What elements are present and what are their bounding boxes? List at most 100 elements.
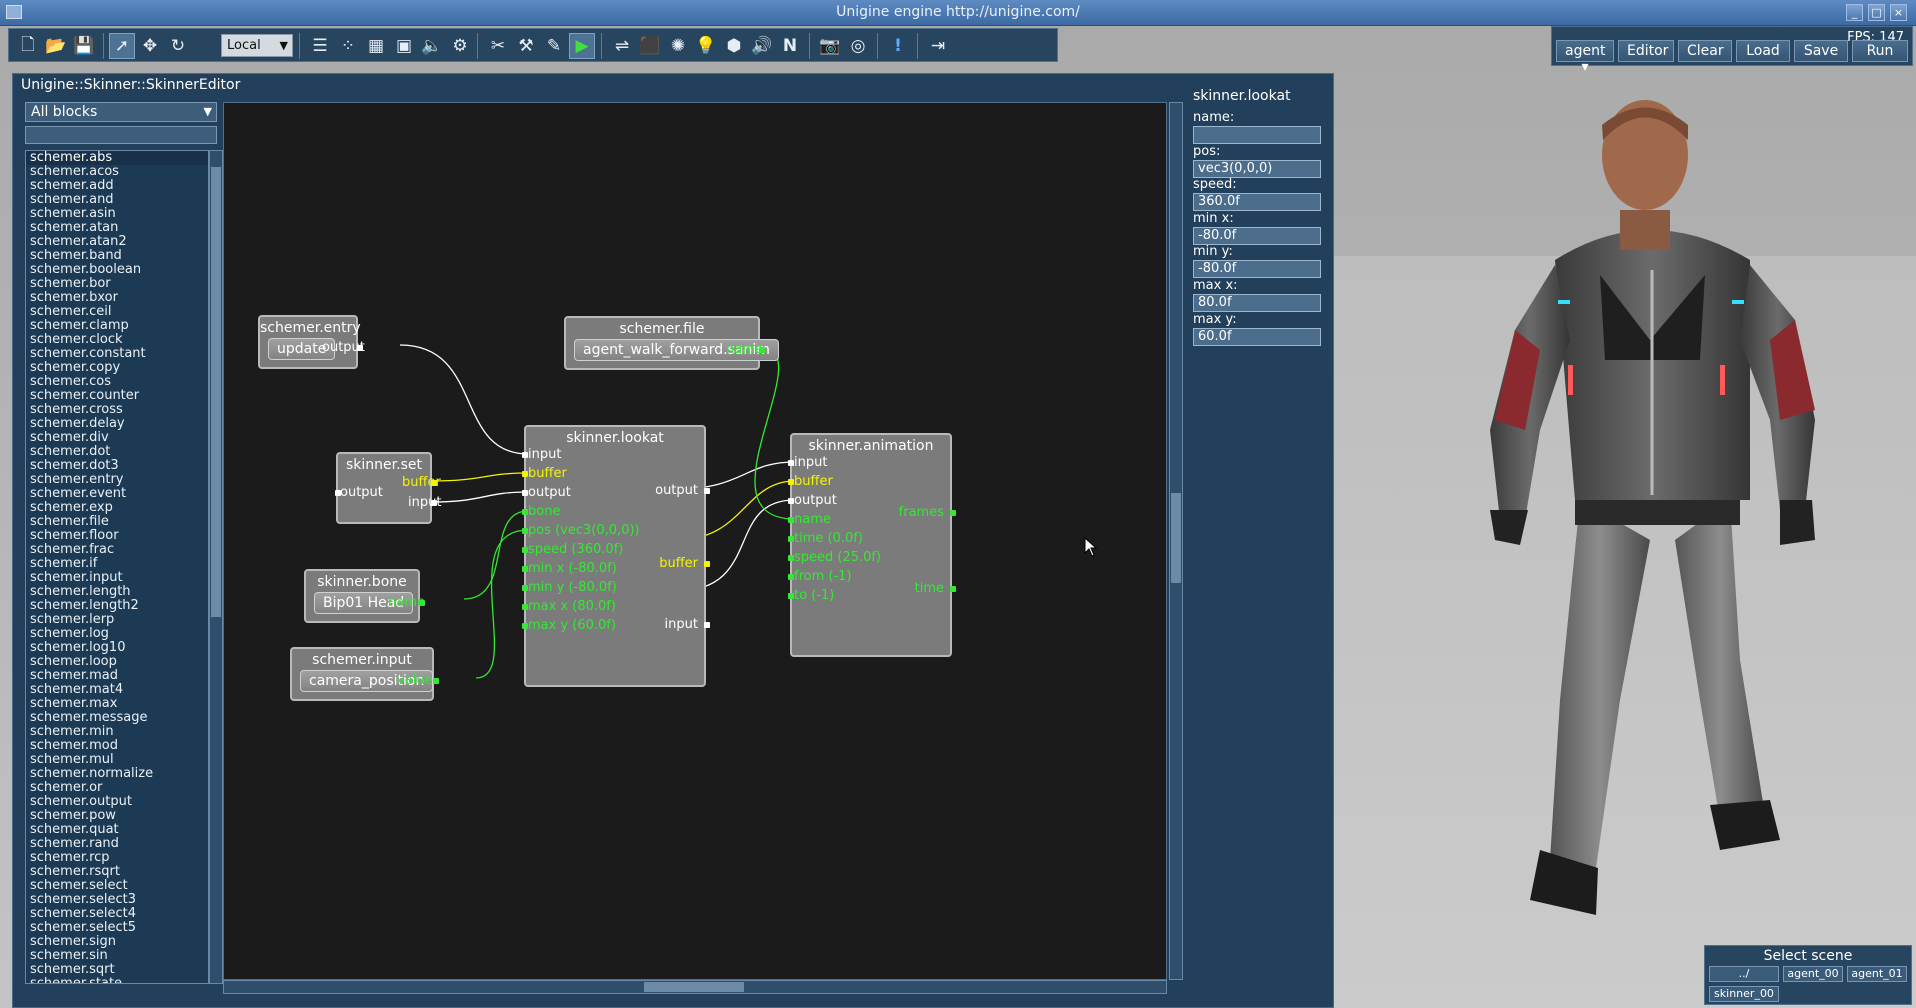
block-list-item[interactable]: schemer.acos: [26, 165, 208, 179]
camera-icon[interactable]: 📷: [817, 33, 843, 59]
block-list-item[interactable]: schemer.cross: [26, 403, 208, 417]
block-list-item[interactable]: schemer.add: [26, 179, 208, 193]
tools-icon[interactable]: ✂: [485, 33, 511, 59]
port-name[interactable]: name: [726, 342, 763, 358]
pin-buffer[interactable]: [431, 480, 437, 486]
block-list[interactable]: schemer.abs schemer.acos schemer.add scheme…: [25, 150, 209, 984]
block-list-scrollbar[interactable]: [209, 150, 223, 984]
port-input-3[interactable]: bone: [528, 504, 560, 520]
block-list-item[interactable]: schemer.bor: [26, 277, 208, 291]
light-bulb-icon[interactable]: 💡: [693, 33, 719, 59]
block-list-item[interactable]: schemer.quat: [26, 823, 208, 837]
block-list-item[interactable]: schemer.rcp: [26, 851, 208, 865]
node-schemer-input[interactable]: schemer.input camera_position value: [290, 647, 439, 701]
block-list-item[interactable]: schemer.state: [26, 977, 208, 984]
agent-character-model[interactable]: [1420, 100, 1880, 930]
block-filter-select[interactable]: All blocks ▼: [25, 102, 217, 122]
block-list-item[interactable]: schemer.counter: [26, 389, 208, 403]
block-list-item[interactable]: schemer.log: [26, 627, 208, 641]
block-list-item[interactable]: schemer.asin: [26, 207, 208, 221]
save-icon[interactable]: 💾: [71, 33, 97, 59]
property-field[interactable]: 360.0f: [1193, 193, 1321, 212]
port-input-4[interactable]: pos (vec3(0,0,0)): [528, 523, 640, 539]
block-list-item[interactable]: schemer.rand: [26, 837, 208, 851]
block-list-item[interactable]: schemer.input: [26, 571, 208, 585]
port-input-2[interactable]: output: [528, 485, 571, 501]
block-list-item[interactable]: schemer.cos: [26, 375, 208, 389]
property-field[interactable]: vec3(0,0,0): [1193, 159, 1321, 178]
block-list-item[interactable]: schemer.select: [26, 879, 208, 893]
port-input-6[interactable]: min x (-80.0f): [528, 561, 617, 577]
node-skinner-lookat[interactable]: skinner.lookat output buffer input input…: [522, 425, 710, 687]
block-list-item[interactable]: schemer.message: [26, 711, 208, 725]
property-field[interactable]: -80.0f: [1193, 260, 1321, 279]
port-output[interactable]: output: [340, 485, 383, 501]
new-file-icon[interactable]: 🗋: [15, 33, 41, 59]
block-list-item[interactable]: schemer.exp: [26, 501, 208, 515]
editor-button[interactable]: Editor: [1618, 40, 1674, 62]
block-list-item[interactable]: schemer.lerp: [26, 613, 208, 627]
schematic-canvas[interactable]: schemer.entry update output schemer.file…: [223, 102, 1167, 980]
run-button[interactable]: Run: [1852, 40, 1908, 62]
port-value[interactable]: value: [397, 673, 433, 689]
block-list-item[interactable]: schemer.select4: [26, 907, 208, 921]
block-list-item[interactable]: schemer.band: [26, 249, 208, 263]
block-list-item[interactable]: schemer.atan2: [26, 235, 208, 249]
scene-item-agent-00[interactable]: agent_00: [1783, 966, 1843, 982]
camera-settings-icon[interactable]: ◎: [845, 33, 871, 59]
block-list-item[interactable]: schemer.log10: [26, 641, 208, 655]
block-list-item[interactable]: schemer.bxor: [26, 291, 208, 305]
coordinate-space-select[interactable]: Local ▼: [221, 34, 293, 57]
block-list-item[interactable]: schemer.select5: [26, 921, 208, 935]
edit-script-icon[interactable]: ✎: [541, 33, 567, 59]
rotate-icon[interactable]: ↻: [165, 33, 191, 59]
pin-input[interactable]: [431, 500, 437, 506]
block-list-item[interactable]: schemer.atan: [26, 221, 208, 235]
property-field[interactable]: [1193, 126, 1321, 144]
block-list-item[interactable]: schemer.file: [26, 515, 208, 529]
block-list-item[interactable]: schemer.boolean: [26, 263, 208, 277]
block-list-item[interactable]: schemer.copy: [26, 361, 208, 375]
block-list-item[interactable]: schemer.sign: [26, 935, 208, 949]
block-list-item[interactable]: schemer.max: [26, 697, 208, 711]
object-box-icon[interactable]: ⬛: [637, 33, 663, 59]
block-list-item[interactable]: schemer.length2: [26, 599, 208, 613]
load-button[interactable]: Load: [1736, 40, 1790, 62]
open-folder-icon[interactable]: 📂: [43, 33, 69, 59]
settings-gears-icon[interactable]: ⚙: [447, 33, 473, 59]
port-input-1[interactable]: buffer: [528, 466, 567, 482]
block-list-item[interactable]: schemer.min: [26, 725, 208, 739]
block-list-item[interactable]: schemer.normalize: [26, 767, 208, 781]
block-list-item[interactable]: schemer.div: [26, 431, 208, 445]
clear-button[interactable]: Clear: [1678, 40, 1732, 62]
pin-value[interactable]: [433, 678, 439, 684]
block-list-item[interactable]: schemer.pow: [26, 809, 208, 823]
pin-frames[interactable]: [950, 510, 956, 516]
canvas-horizontal-scrollbar[interactable]: [223, 980, 1167, 994]
pin-output[interactable]: [704, 488, 710, 494]
scene-item-skinner-00[interactable]: skinner_00: [1709, 986, 1779, 1002]
block-list-item[interactable]: schemer.dot: [26, 445, 208, 459]
grid-icon[interactable]: ▦: [363, 33, 389, 59]
property-field[interactable]: -80.0f: [1193, 226, 1321, 245]
port-input-0[interactable]: input: [528, 447, 561, 463]
image-icon[interactable]: ▣: [391, 33, 417, 59]
node-reference-icon[interactable]: N: [777, 33, 803, 59]
port-input-1[interactable]: buffer: [794, 474, 833, 490]
port-input-7[interactable]: to (-1): [794, 588, 834, 604]
maximize-icon[interactable]: □: [1868, 4, 1885, 21]
info-icon[interactable]: !: [885, 33, 911, 59]
plugins-icon[interactable]: ⚒: [513, 33, 539, 59]
particles-icon[interactable]: ✺: [665, 33, 691, 59]
block-list-item[interactable]: schemer.constant: [26, 347, 208, 361]
port-input-2[interactable]: output: [794, 493, 837, 509]
block-list-item[interactable]: schemer.mad: [26, 669, 208, 683]
block-list-item[interactable]: schemer.sin: [26, 949, 208, 963]
block-list-item[interactable]: schemer.frac: [26, 543, 208, 557]
close-icon[interactable]: ×: [1890, 4, 1907, 21]
port-input-0[interactable]: input: [794, 455, 827, 471]
world-object-icon[interactable]: ⬢: [721, 33, 747, 59]
block-list-item[interactable]: schemer.select3: [26, 893, 208, 907]
property-field[interactable]: 80.0f: [1193, 294, 1321, 312]
pin-name[interactable]: [419, 600, 425, 606]
